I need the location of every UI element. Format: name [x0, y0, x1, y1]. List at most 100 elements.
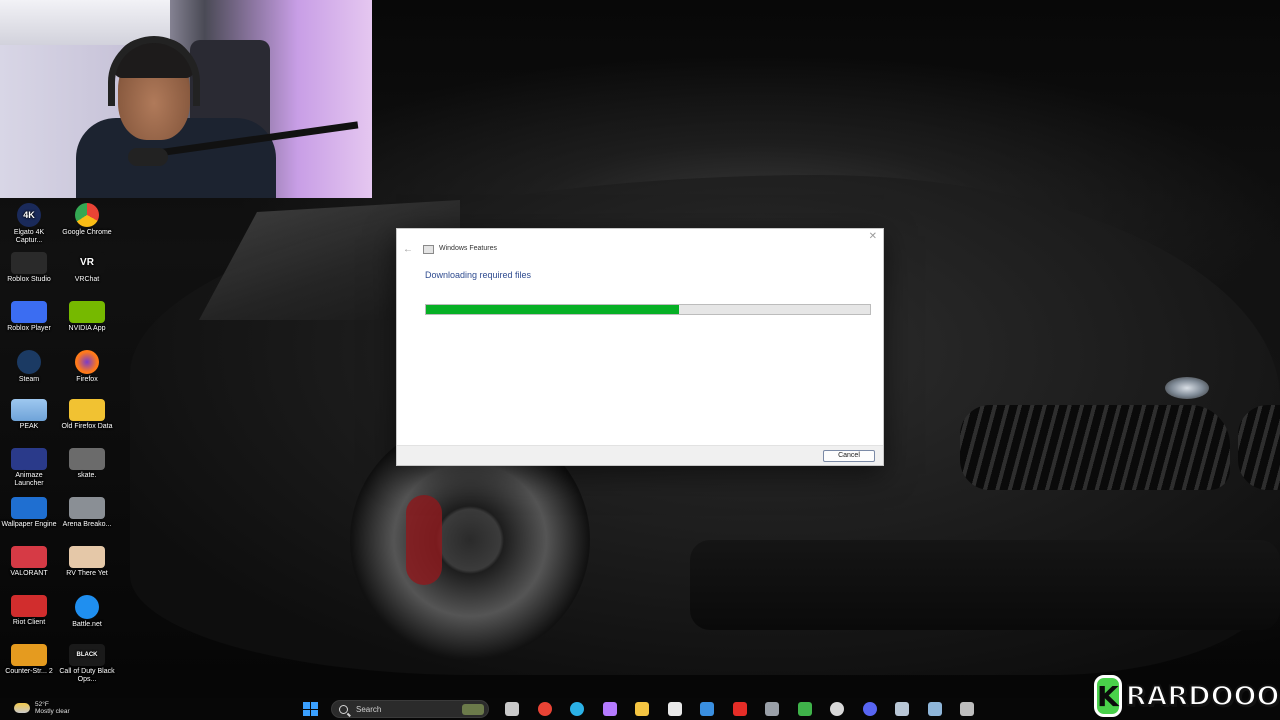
- desktop-icon-battle-net[interactable]: Battle.net: [58, 595, 116, 629]
- steam-alt-icon[interactable]: [927, 702, 942, 716]
- edge-icon[interactable]: [570, 702, 584, 716]
- desktop-icon-roblox-studio[interactable]: Roblox Studio: [0, 252, 58, 284]
- desktop-icon-firefox[interactable]: Firefox: [58, 350, 116, 384]
- desktop-icon-counter-strike[interactable]: Counter-Str... 2: [0, 644, 58, 676]
- wallpaper-car-caliper: [406, 495, 442, 585]
- arena-breakout-icon: [69, 497, 105, 519]
- streamer-logo: K RARDOOO: [1094, 673, 1280, 719]
- obs-icon[interactable]: [830, 702, 844, 716]
- peak-icon: [11, 399, 47, 421]
- weather-moon-icon: [14, 703, 30, 713]
- desktop-icon-riot-client[interactable]: Riot Client: [0, 595, 58, 627]
- folder-icon: [69, 399, 105, 421]
- webcam-headphones: [108, 36, 200, 106]
- controller-icon[interactable]: [765, 702, 779, 716]
- desktop-icon-label: Roblox Player: [7, 325, 51, 332]
- desktop-icon-roblox-player[interactable]: Roblox Player: [0, 301, 58, 333]
- store-icon[interactable]: [667, 702, 682, 716]
- desktop-icon-label: VRChat: [74, 276, 100, 283]
- desktop-icon-wallpaper-engine[interactable]: Wallpaper Engine: [0, 497, 58, 529]
- mail-icon[interactable]: [700, 702, 714, 716]
- wallpaper-car-badge: [1165, 377, 1209, 399]
- chrome-icon[interactable]: [537, 702, 552, 716]
- dialog-status-heading: Downloading required files: [425, 270, 532, 280]
- desktop-icon-label: PEAK: [19, 423, 39, 430]
- desktop-icon-label: skate.: [77, 472, 97, 479]
- nvidia-icon: [69, 301, 105, 323]
- close-icon[interactable]: ✕: [869, 231, 877, 242]
- desktop-icon-steam[interactable]: Steam: [0, 350, 58, 384]
- animaze-icon: [11, 448, 47, 470]
- start-button[interactable]: [303, 702, 319, 716]
- streamer-logo-badge: K: [1094, 675, 1122, 717]
- windows-features-dialog: ← Windows Features ✕ Downloading require…: [396, 228, 884, 466]
- xbox-icon[interactable]: [797, 702, 812, 716]
- desktop-icon-skate[interactable]: skate.: [58, 448, 116, 480]
- desktop-icon-arena-breakout[interactable]: Arena Breako...: [58, 497, 116, 529]
- webcam-overlay: [0, 0, 372, 198]
- weather-widget[interactable]: 52°F Mostly clear: [14, 701, 70, 715]
- desktop-icon-label: Battle.net: [72, 621, 102, 628]
- youtube-icon[interactable]: [732, 702, 747, 716]
- misc-app-icon[interactable]: [960, 702, 974, 716]
- download-progress-fill: [426, 305, 680, 314]
- steam-icon[interactable]: [895, 702, 909, 716]
- desktop-icon-label: Elgato 4K Captur...: [13, 229, 45, 244]
- file-explorer-icon[interactable]: [505, 702, 519, 716]
- taskbar: 52°F Mostly clear Search: [0, 698, 1280, 720]
- rv-there-yet-icon: [69, 546, 105, 568]
- desktop-icon-animaze[interactable]: Animaze Launcher: [0, 448, 58, 488]
- desktop-icon-old-firefox-data[interactable]: Old Firefox Data: [58, 399, 116, 431]
- search-label: Search: [356, 704, 382, 714]
- streamer-logo-name: RARDOOO: [1125, 680, 1280, 713]
- desktop-icon-label: Arena Breako...: [62, 521, 112, 528]
- folder-icon[interactable]: [635, 702, 649, 716]
- valorant-icon: [11, 546, 47, 568]
- roblox-player-icon: [11, 301, 47, 323]
- desktop-icon-label: Animaze Launcher: [14, 472, 44, 487]
- riot-client-icon: [11, 595, 47, 617]
- windows-features-app-icon: [423, 245, 434, 254]
- copilot-icon[interactable]: [602, 702, 617, 716]
- desktop-icon-chrome[interactable]: Google Chrome: [58, 203, 116, 237]
- desktop-icon-label: Wallpaper Engine: [1, 521, 57, 528]
- call-of-duty-icon: BLACK: [69, 644, 105, 666]
- download-progress-bar: [425, 304, 871, 315]
- desktop-icon-nvidia[interactable]: NVIDIA App: [58, 301, 116, 333]
- battle-net-icon: [75, 595, 99, 619]
- desktop-icon-vrchat[interactable]: VR VRChat: [58, 252, 116, 284]
- back-arrow-icon[interactable]: ←: [403, 244, 413, 255]
- cancel-button[interactable]: Cancel: [823, 450, 875, 462]
- taskbar-search[interactable]: Search: [331, 700, 489, 718]
- desktop-icon-label: Counter-Str... 2: [5, 668, 53, 675]
- desktop-icon-peak[interactable]: PEAK: [0, 399, 58, 431]
- webcam-microphone: [128, 148, 168, 166]
- search-highlight-icon: [462, 704, 484, 715]
- desktop-icon-label: Old Firefox Data: [61, 423, 113, 430]
- desktop-icon-label: Steam: [18, 376, 40, 383]
- roblox-studio-icon: [11, 252, 47, 274]
- skate-icon: [69, 448, 105, 470]
- counter-strike-icon: [11, 644, 47, 666]
- desktop-icon-rv-there-yet[interactable]: RV There Yet: [58, 546, 116, 578]
- wallpaper-car-grille: [960, 405, 1230, 490]
- wallpaper-car-grille-right: [1238, 405, 1280, 490]
- firefox-icon: [75, 350, 99, 374]
- chrome-icon: [75, 203, 99, 227]
- search-icon: [339, 704, 348, 714]
- wallpaper-engine-icon: [11, 497, 47, 519]
- weather-temperature: 52°F: [35, 701, 49, 708]
- windows-logo-icon: [303, 702, 310, 709]
- dialog-footer: Cancel: [397, 445, 883, 465]
- weather-text: 52°F Mostly clear: [35, 701, 70, 715]
- desktop-icon-valorant[interactable]: VALORANT: [0, 546, 58, 578]
- desktop-icon-label: NVIDIA App: [68, 325, 106, 332]
- desktop-icon-call-of-duty[interactable]: BLACK Call of Duty Black Ops...: [58, 644, 116, 684]
- discord-icon[interactable]: [862, 702, 877, 716]
- desktop-icon-label: Riot Client: [12, 619, 46, 626]
- desktop-icon-label: Google Chrome: [62, 229, 112, 236]
- dialog-title: Windows Features: [439, 245, 497, 252]
- desktop-icon-elgato[interactable]: 4K Elgato 4K Captur...: [0, 203, 58, 245]
- desktop-icon-label: Roblox Studio: [7, 276, 51, 283]
- wallpaper-car-bumper: [690, 540, 1280, 630]
